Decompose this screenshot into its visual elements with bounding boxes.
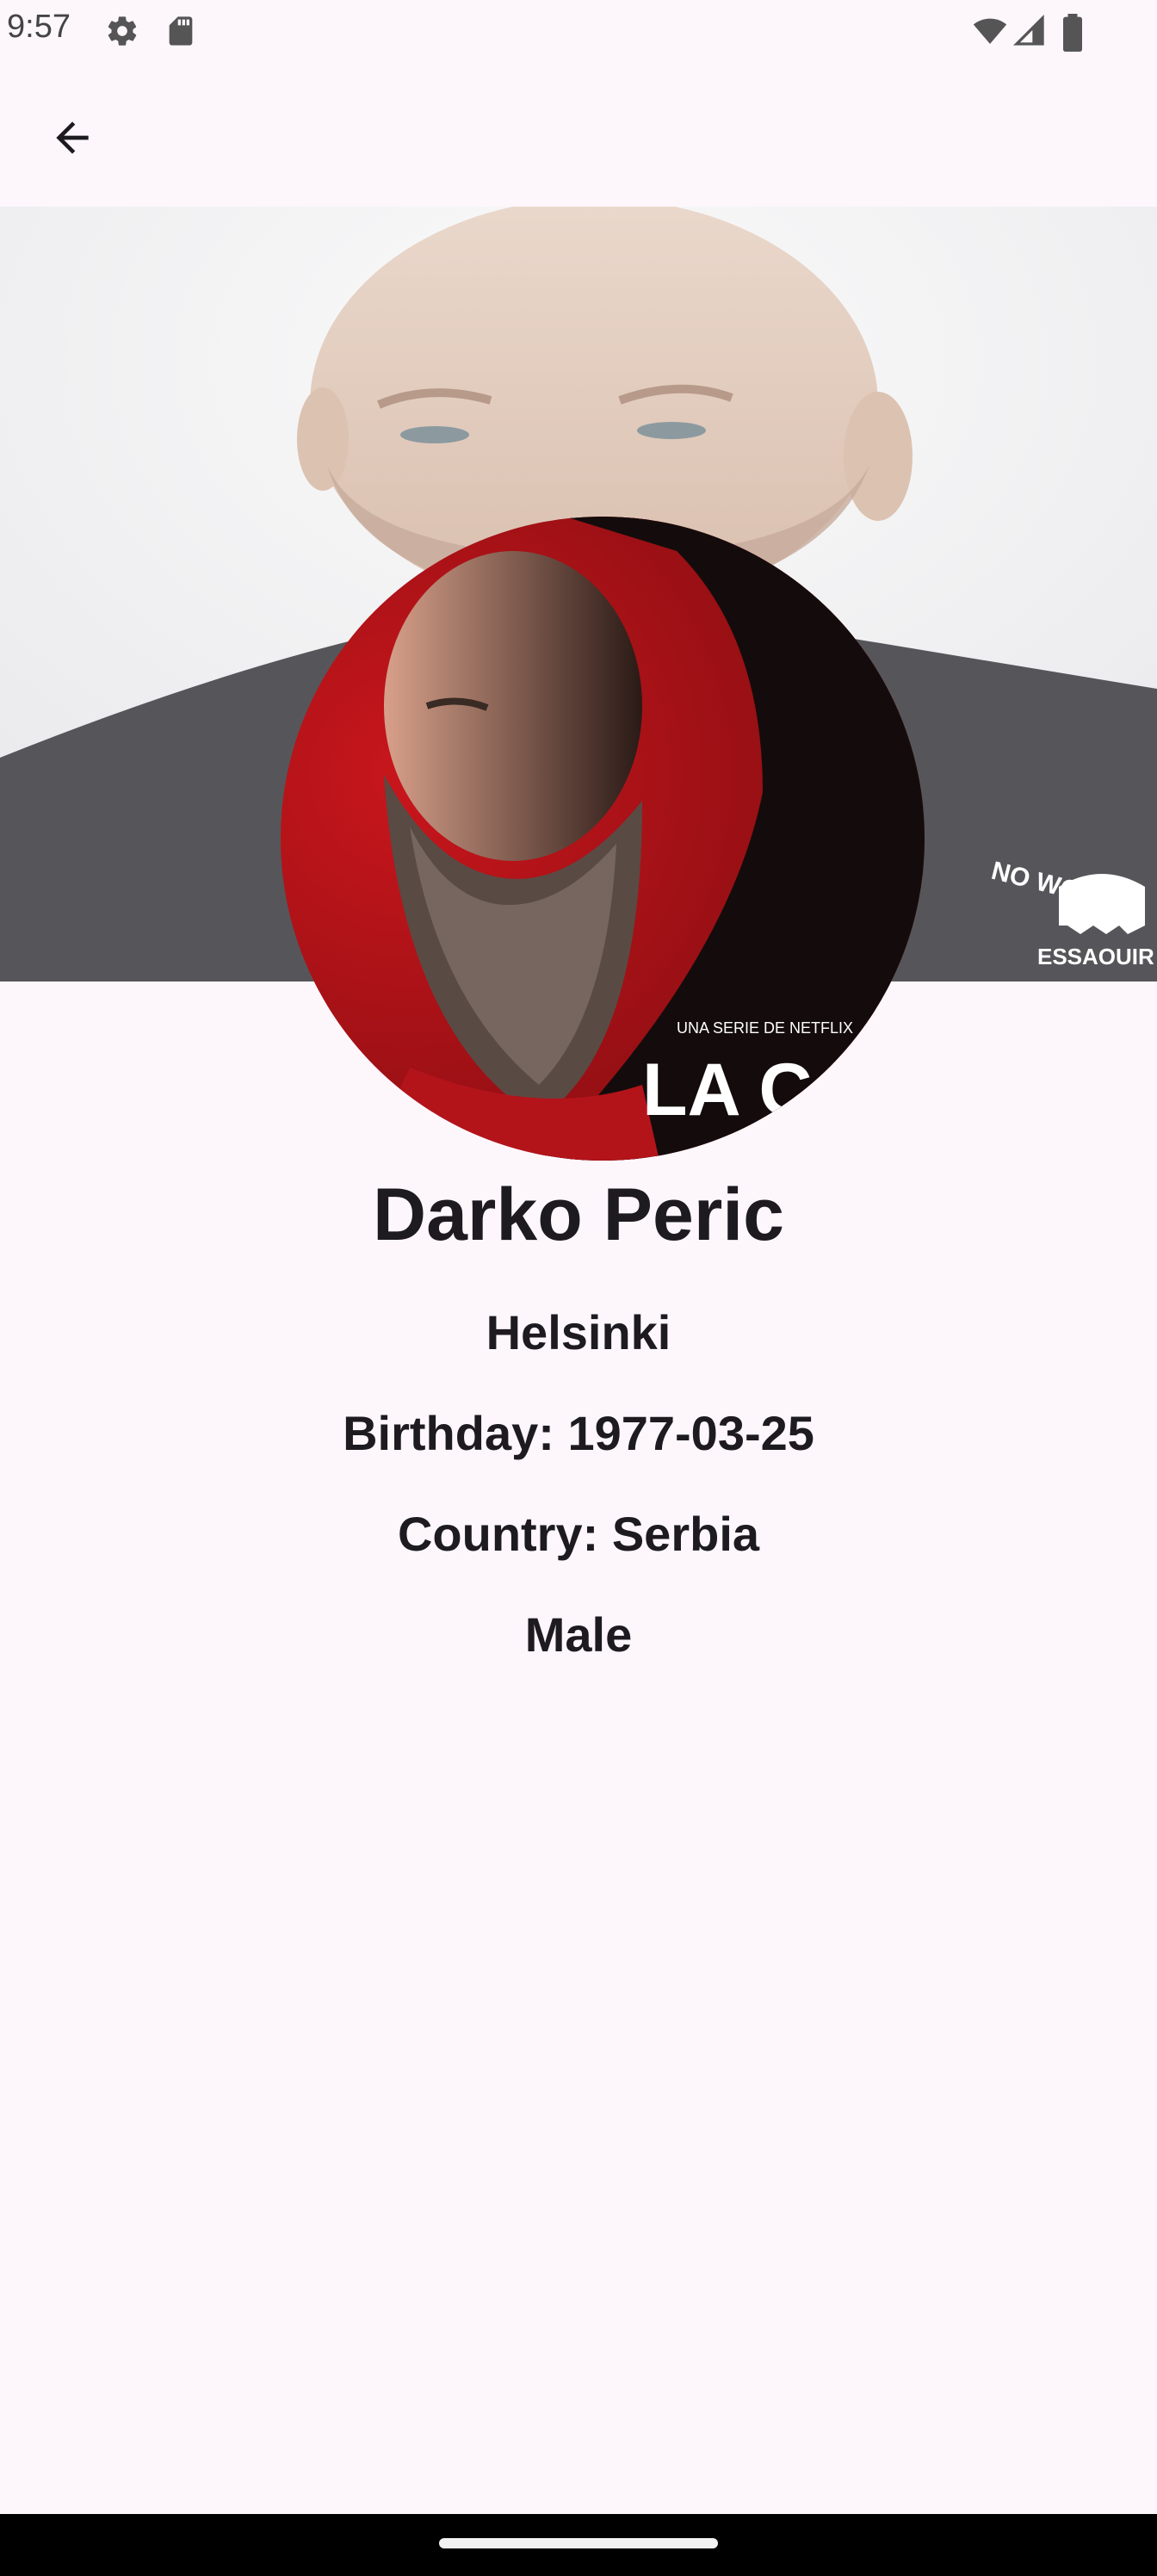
poster-title-text: LA CAS [642, 1049, 915, 1131]
back-button[interactable] [31, 96, 114, 179]
cell-signal-icon [1012, 14, 1044, 46]
person-name: Darko Peric [372, 1173, 785, 1256]
sd-card-icon [169, 16, 193, 46]
skull-icon [1059, 874, 1145, 934]
poster-small-text: UNA SERIE DE NETFLIX [677, 1019, 853, 1037]
poster-illustration: UNA SERIE DE NETFLIX LA CAS [281, 517, 925, 1161]
profile-photo: UNA SERIE DE NETFLIX LA CAS [281, 517, 925, 1161]
home-indicator[interactable] [439, 2538, 718, 2548]
top-app-bar [0, 62, 1157, 207]
character-name: Helsinki [486, 1305, 671, 1359]
wifi-icon [973, 18, 1007, 44]
screen: 9:57 NO ESSAOUIR UNA SERIE DE NETFLIX LA… [0, 0, 1157, 2576]
country-text: Country: Serbia [397, 1507, 760, 1561]
birthday-text: Birthday: 1977-03-25 [343, 1406, 814, 1460]
status-time: 9:57 [7, 9, 71, 45]
system-navigation-bar [0, 2514, 1157, 2576]
arrow-back-icon [56, 121, 89, 154]
shirt-text-bottom: ESSAOUIR [1037, 944, 1154, 969]
status-bar: 9:57 [0, 0, 1157, 62]
settings-icon [108, 16, 137, 46]
gender-text: Male [524, 1607, 633, 1662]
battery-icon [1063, 14, 1082, 52]
